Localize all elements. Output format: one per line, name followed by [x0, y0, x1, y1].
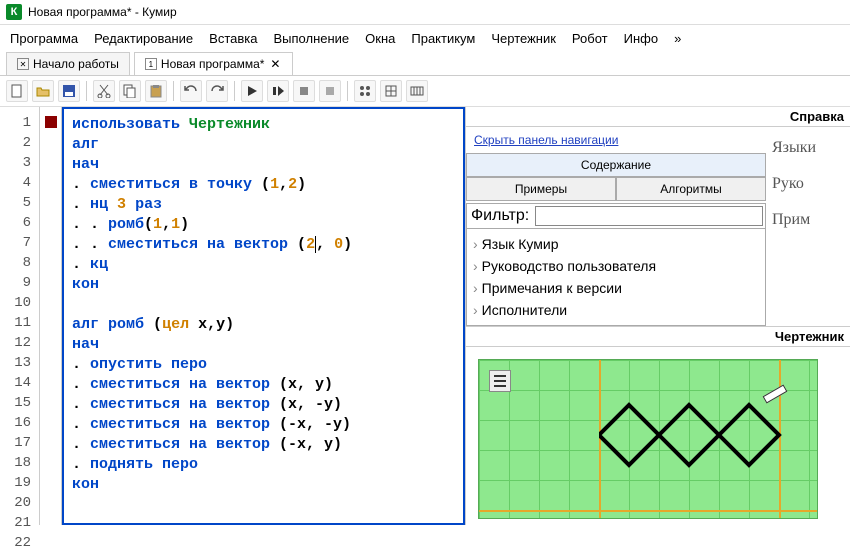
- algorithms-button[interactable]: Алгоритмы: [616, 177, 766, 201]
- paste-button[interactable]: [145, 80, 167, 102]
- menu-Редактирование[interactable]: Редактирование: [94, 31, 193, 46]
- tab-label: Новая программа*: [161, 57, 265, 71]
- tree-item[interactable]: ›Руководство пользователя: [471, 255, 761, 277]
- cut-button[interactable]: [93, 80, 115, 102]
- new-button[interactable]: [6, 80, 28, 102]
- titlebar: К Новая программа* - Кумир: [0, 0, 850, 25]
- tab-icon: 1: [145, 58, 157, 70]
- breakpoint-marker[interactable]: [45, 116, 57, 128]
- redo-icon: [210, 84, 224, 98]
- stop2-button[interactable]: [319, 80, 341, 102]
- canvas-menu-icon[interactable]: [489, 370, 511, 392]
- save-button[interactable]: [58, 80, 80, 102]
- menu-Программа[interactable]: Программа: [10, 31, 78, 46]
- drawing-output: [599, 400, 799, 470]
- tabbar: ✕Начало работы1Новая программа*✕: [0, 52, 850, 76]
- run-icon: [245, 84, 259, 98]
- vars-icon: [384, 84, 398, 98]
- tree-item[interactable]: ›Язык Кумир: [471, 233, 761, 255]
- counter-button[interactable]: [406, 80, 428, 102]
- run-button[interactable]: [241, 80, 263, 102]
- stop-button[interactable]: [293, 80, 315, 102]
- drawer-title: Чертежник: [466, 327, 850, 347]
- expand-icon[interactable]: ›: [473, 302, 478, 318]
- marker-column: [40, 107, 62, 525]
- breakpoints-icon: [358, 84, 372, 98]
- expand-icon[interactable]: ›: [473, 236, 478, 252]
- redo-button[interactable]: [206, 80, 228, 102]
- step-button[interactable]: [267, 80, 289, 102]
- help-panel: Справка Скрыть панель навигации Содержан…: [466, 107, 850, 327]
- menu-Окна[interactable]: Окна: [365, 31, 395, 46]
- stop-icon: [297, 84, 311, 98]
- content-button[interactable]: Содержание: [466, 153, 766, 177]
- code-editor[interactable]: использовать Чертежникалгнач. сместиться…: [62, 107, 465, 525]
- toolbar: [0, 76, 850, 107]
- menu-Вставка[interactable]: Вставка: [209, 31, 257, 46]
- copy-icon: [123, 84, 137, 98]
- expand-icon[interactable]: ›: [473, 258, 478, 274]
- menu-Выполнение[interactable]: Выполнение: [273, 31, 349, 46]
- open-button[interactable]: [32, 80, 54, 102]
- menu-Чертежник[interactable]: Чертежник: [491, 31, 556, 46]
- examples-button[interactable]: Примеры: [466, 177, 616, 201]
- help-title: Справка: [466, 107, 850, 127]
- expand-icon[interactable]: ›: [473, 280, 478, 296]
- editor-pane: 12345678910111213141516171819202122 испо…: [0, 107, 466, 525]
- help-preview: ЯзыкиРукоПрим: [766, 127, 850, 326]
- copy-button[interactable]: [119, 80, 141, 102]
- undo-button[interactable]: [180, 80, 202, 102]
- breakpoints-button[interactable]: [354, 80, 376, 102]
- menu-Практикум[interactable]: Практикум: [411, 31, 475, 46]
- drawer-panel: Чертежник: [466, 327, 850, 531]
- paste-icon: [149, 84, 163, 98]
- tree-item[interactable]: ›Исполнители: [471, 299, 761, 321]
- stop2-icon: [323, 84, 337, 98]
- save-icon: [62, 84, 76, 98]
- tab[interactable]: ✕ Начало работы: [6, 52, 130, 75]
- filter-input[interactable]: [535, 206, 763, 226]
- close-icon[interactable]: ✕: [268, 57, 282, 71]
- menu-»[interactable]: »: [674, 31, 681, 46]
- menu-Инфо[interactable]: Инфо: [624, 31, 658, 46]
- cut-icon: [97, 84, 111, 98]
- tab[interactable]: 1 Новая программа*✕: [134, 52, 294, 75]
- undo-icon: [184, 84, 198, 98]
- new-icon: [10, 84, 24, 98]
- open-icon: [36, 84, 50, 98]
- step-icon: [271, 84, 285, 98]
- line-gutter: 12345678910111213141516171819202122: [0, 107, 40, 525]
- hide-nav-link[interactable]: Скрыть панель навигации: [466, 127, 626, 153]
- help-tree: ›Язык Кумир›Руководство пользователя›При…: [466, 229, 766, 326]
- vars-button[interactable]: [380, 80, 402, 102]
- window-title: Новая программа* - Кумир: [28, 5, 177, 19]
- drawer-canvas[interactable]: [478, 359, 818, 519]
- filter-label: Фильтр:: [467, 205, 533, 227]
- tab-icon: ✕: [17, 58, 29, 70]
- tab-label: Начало работы: [33, 57, 119, 71]
- menu-Робот[interactable]: Робот: [572, 31, 608, 46]
- counter-icon: [410, 84, 424, 98]
- tree-item[interactable]: ›Примечания к версии: [471, 277, 761, 299]
- menubar: Программа Редактирование Вставка Выполнение…: [0, 25, 850, 52]
- app-icon: К: [6, 4, 22, 20]
